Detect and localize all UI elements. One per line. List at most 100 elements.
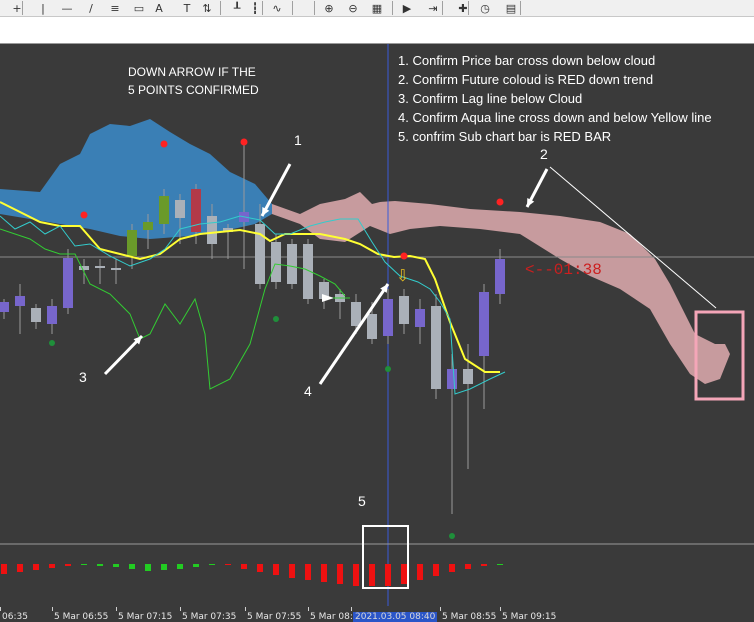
crosshair-icon[interactable]: + [8,1,26,15]
sub-chart-bar [257,564,263,572]
toolbar-separator [520,1,521,15]
price-chart[interactable]: ⇩ DOWN ARROW IF THE 5 POINTS CONFIRMED 1. … [0,44,754,606]
cloud-bullish [0,119,272,239]
candle-body [79,266,89,270]
time-axis-label: 06:35 [2,612,28,622]
chart-shift-icon[interactable]: ⇥ [424,1,442,15]
arrows-dropdown-icon[interactable]: ⇅ [198,1,216,15]
candle-body [415,309,425,327]
auto-scroll-icon[interactable]: ▶ [398,1,416,15]
time-axis-tick [308,607,309,611]
header-left-line: DOWN ARROW IF THE [128,65,256,79]
zoom-out-icon[interactable]: ⊖ [344,1,362,15]
candle-body [287,244,297,284]
candle-body [399,296,409,324]
templates-icon[interactable]: ▤ [502,1,520,15]
candle-body [463,369,473,384]
toolbar: + | — / ≡ ▭ A T ⇅ ┸ ┇ ∿ ⊕ ⊖ ▦ ▶ ⇥ ✚ ◷ ▤ [0,0,754,17]
time-axis-tick [116,607,117,611]
sub-chart-bar [497,564,503,565]
sub-chart-bar [449,564,455,572]
sub-chart-bar [433,564,439,576]
candle-body [367,314,377,339]
time-axis-tick [500,607,501,611]
time-axis-label: 5 Mar 08:55 [442,612,497,622]
candle-body [271,242,281,282]
sub-chart-bar [177,564,183,569]
sub-chart-bar [401,564,407,584]
toolbar-separator [292,1,293,15]
sub-chart-bar [113,564,119,567]
candle-body [127,230,137,256]
sub-chart-bar [369,564,375,586]
trendline-icon[interactable]: / [82,1,100,15]
rule-line: 5. confrim Sub chart bar is RED BAR [398,129,611,144]
kijun-sen-line [0,215,506,395]
vertical-line-icon[interactable]: | [34,1,52,15]
indicators-icon[interactable]: ✚ [454,1,472,15]
candle-body [15,296,25,306]
horizontal-line-icon[interactable]: — [58,1,76,15]
buy-signal-dot [449,533,455,539]
sub-chart-bar [321,564,327,582]
sub-chart-bar [465,564,471,569]
sell-signal-dot [80,211,88,219]
sub-chart [1,564,503,586]
sub-chart-bar [481,564,487,566]
sub-chart-bar [33,564,39,570]
sub-chart-bar [289,564,295,578]
candle-body [495,259,505,294]
buy-signal-dot [273,316,279,322]
sub-chart-bar [49,564,55,568]
candle-body [143,222,153,230]
sub-chart-bar [65,564,71,566]
sell-signal-dot [496,198,504,206]
candle-body [0,302,9,312]
indicator-lines [0,201,506,395]
candle-body [95,266,105,268]
point-label-4: 4 [304,383,312,399]
rule-line: 4. Confirm Aqua line cross down and belo… [398,110,712,125]
sub-chart-bar [417,564,423,580]
candle-body [351,302,361,326]
header-left-line: 5 POINTS CONFIRMED [128,83,259,97]
fibonacci-icon[interactable]: ≡ [106,1,124,15]
sub-chart-bar [161,564,167,570]
point-label-2: 2 [540,146,548,162]
sub-chart-bar [17,564,23,572]
text-icon[interactable]: A [150,1,168,15]
toolbar-separator [314,1,315,15]
sell-signal-dot [240,138,248,146]
candlestick-icon[interactable]: ┇ [246,1,264,15]
sell-signal-dot [400,252,408,260]
down-arrow-signal: ⇩ [396,266,409,285]
sub-chart-bar [273,564,279,575]
line-chart-icon[interactable]: ∿ [268,1,286,15]
sub-chart-bar [353,564,359,586]
bar-chart-icon[interactable]: ┸ [228,1,246,15]
text-label-icon[interactable]: T [178,1,196,15]
candle-body [207,216,217,244]
time-axis-tick [351,607,352,611]
candle-body [383,299,393,336]
rule-line: 2. Confirm Future coloud is RED down tre… [398,72,653,87]
rule-line: 1. Confirm Price bar cross down below cl… [398,53,655,68]
sub-chart-bar [129,564,135,569]
time-axis-label: 5 Mar 07:55 [247,612,302,622]
time-axis-label: 5 Mar 08: [310,612,353,622]
sub-chart-bar [193,564,199,567]
periods-icon[interactable]: ◷ [476,1,494,15]
zoom-in-icon[interactable]: ⊕ [320,1,338,15]
shapes-icon[interactable]: ▭ [130,1,148,15]
sub-chart-bar [81,564,87,565]
annotations: DOWN ARROW IF THE 5 POINTS CONFIRMED 1. Co… [79,53,745,589]
tile-windows-icon[interactable]: ▦ [368,1,386,15]
toolbar-separator [442,1,443,15]
candle-body [111,268,121,270]
sub-chart-bar [241,564,247,569]
time-axis-tick [180,607,181,611]
sub-chart-bar [225,564,231,565]
sub-chart-bar [97,564,103,566]
candle-body [47,306,57,324]
sub-chart-bar [305,564,311,580]
